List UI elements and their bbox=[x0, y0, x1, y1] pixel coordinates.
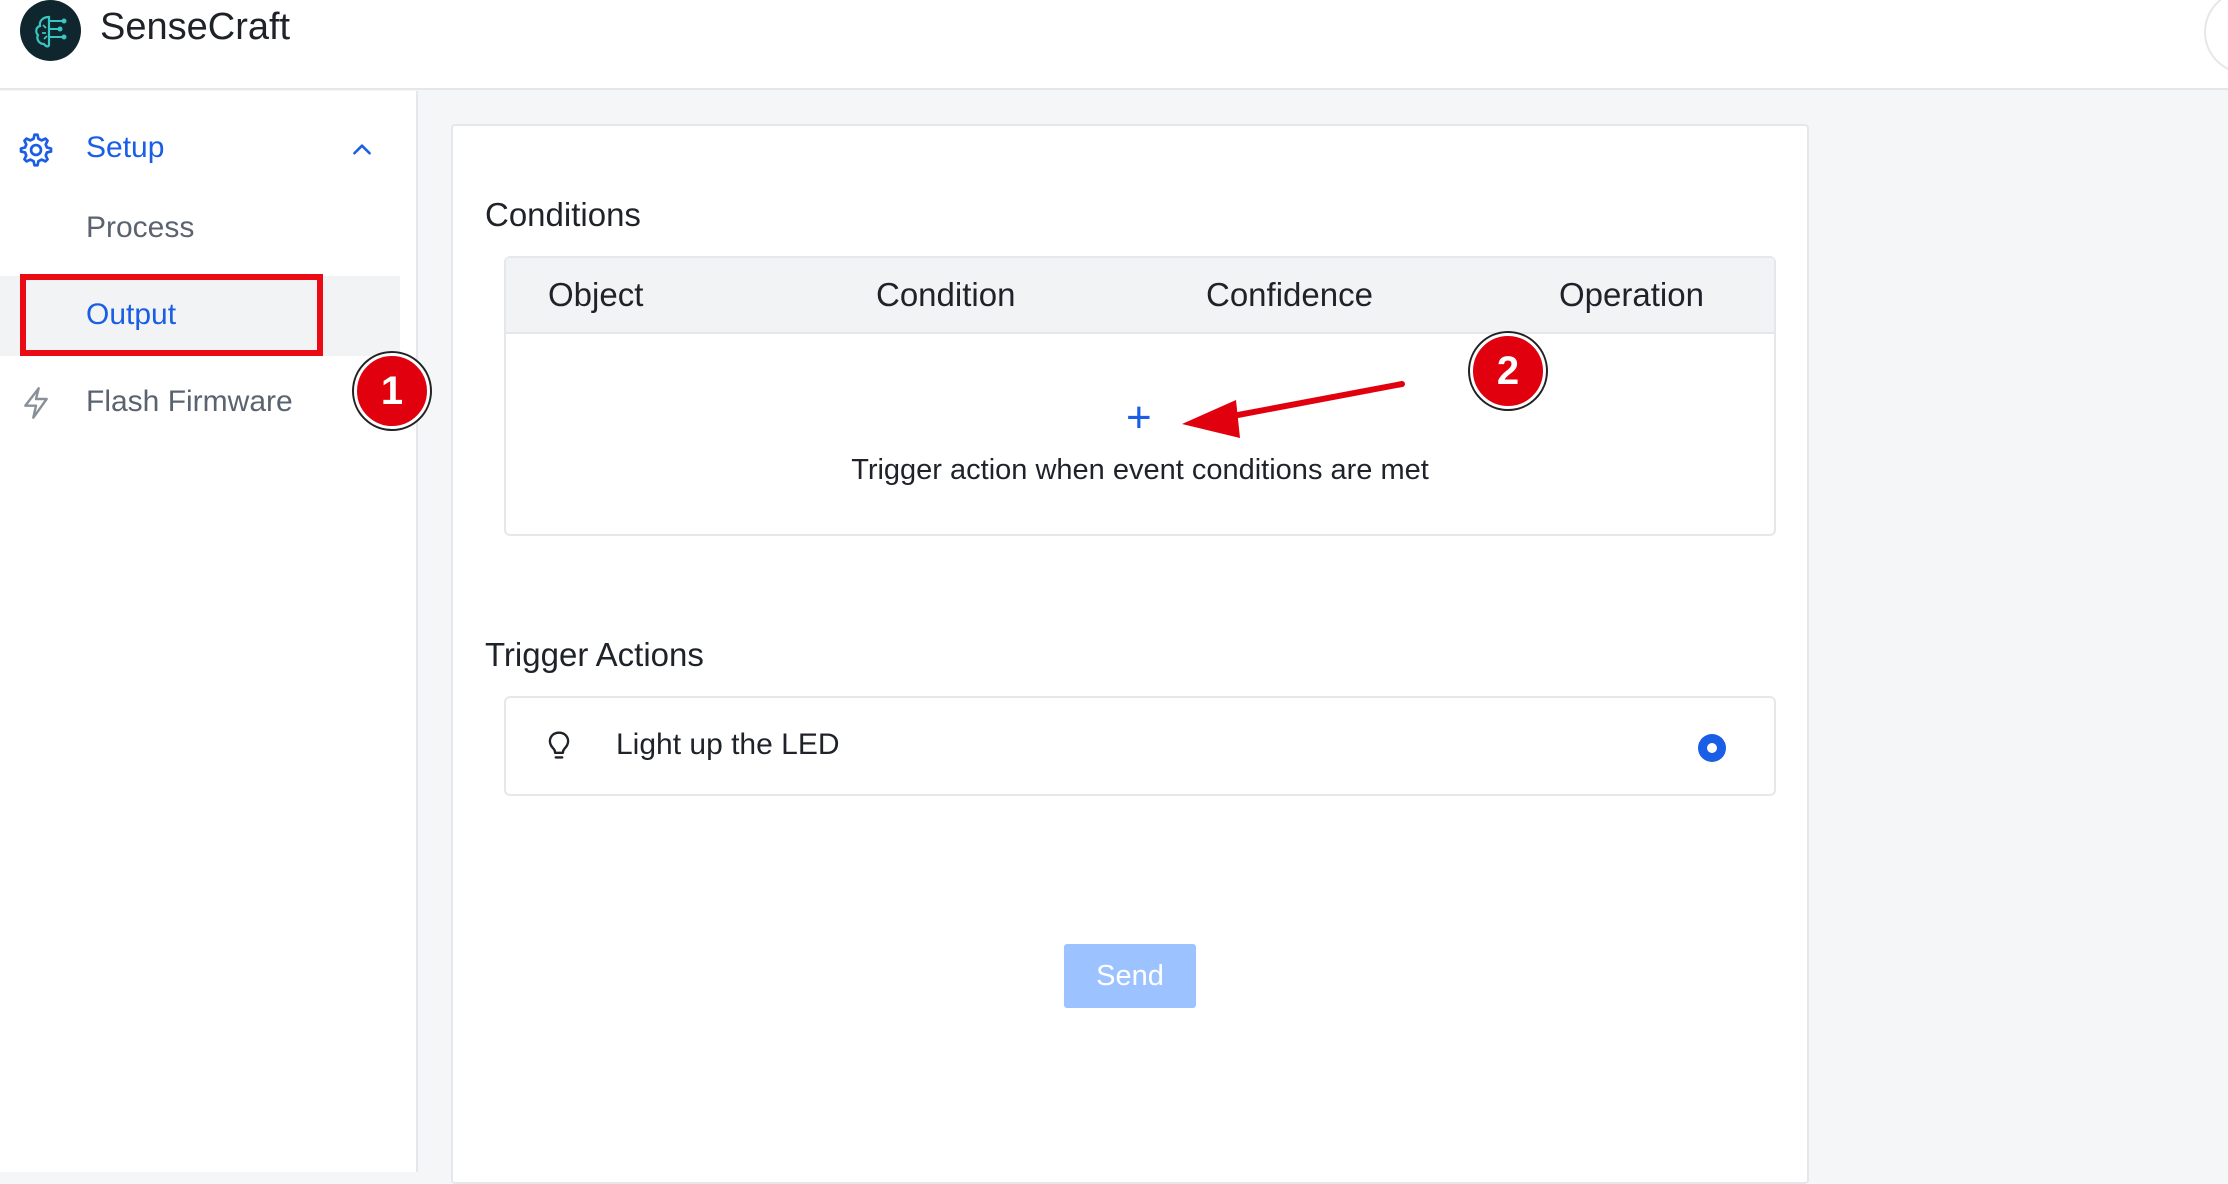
conditions-table-header: Object Condition Confidence Operation bbox=[506, 258, 1774, 334]
conditions-title: Conditions bbox=[485, 196, 641, 233]
sidebar-group-setup[interactable]: Setup bbox=[0, 115, 400, 185]
send-button[interactable]: Send bbox=[1064, 944, 1196, 1008]
conditions-table: Object Condition Confidence Operation + … bbox=[504, 256, 1776, 536]
trigger-action-label: Light up the LED bbox=[616, 728, 840, 761]
conditions-empty-text: Trigger action when event conditions are… bbox=[851, 454, 1429, 486]
brain-circuit-icon bbox=[34, 15, 66, 47]
top-header: SenseCraft bbox=[0, 0, 2228, 90]
user-avatar[interactable] bbox=[2204, 0, 2228, 74]
sidebar: Setup Process Output Flash Firmware bbox=[0, 91, 418, 1172]
app-title: SenseCraft bbox=[100, 6, 291, 48]
column-header-confidence: Confidence bbox=[1206, 276, 1373, 313]
sidebar-group-label: Setup bbox=[86, 131, 165, 164]
column-header-operation: Operation bbox=[1559, 276, 1704, 313]
sidebar-item-process[interactable]: Process bbox=[0, 189, 400, 269]
lightning-icon bbox=[20, 385, 52, 426]
annotation-badge-1: 1 bbox=[354, 353, 430, 429]
sidebar-item-flash-firmware[interactable]: Flash Firmware bbox=[0, 363, 400, 443]
sidebar-item-label: Flash Firmware bbox=[86, 385, 293, 418]
trigger-actions-title: Trigger Actions bbox=[485, 636, 704, 673]
app-logo[interactable] bbox=[20, 0, 81, 61]
annotation-badge-2: 2 bbox=[1470, 333, 1546, 409]
lightbulb-icon bbox=[546, 730, 572, 769]
sidebar-item-label: Output bbox=[86, 298, 177, 331]
conditions-empty-state: + bbox=[506, 334, 1774, 534]
add-condition-button[interactable]: + bbox=[1126, 396, 1152, 440]
radio-dot bbox=[1707, 743, 1717, 753]
sidebar-item-label: Process bbox=[86, 211, 195, 244]
column-header-condition: Condition bbox=[876, 276, 1016, 313]
column-header-object: Object bbox=[548, 276, 644, 313]
sidebar-item-output[interactable]: Output bbox=[0, 276, 400, 356]
gear-icon bbox=[18, 132, 54, 173]
trigger-action-radio[interactable] bbox=[1698, 734, 1726, 762]
chevron-up-icon[interactable] bbox=[349, 137, 375, 168]
trigger-action-light-led[interactable]: Light up the LED bbox=[504, 696, 1776, 796]
